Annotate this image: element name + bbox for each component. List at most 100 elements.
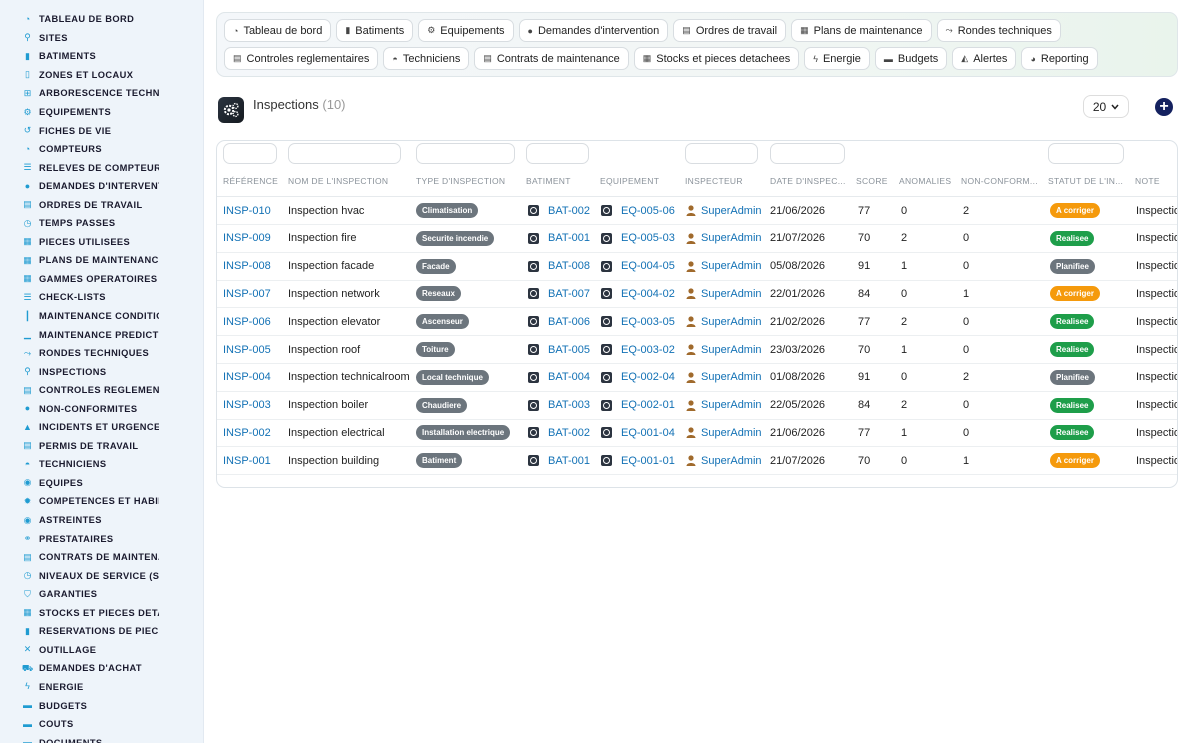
nav-button-alertes[interactable]: ◭ Alertes — [952, 47, 1017, 70]
sidebar-item-documents[interactable]: ▬ DOCUMENTS — [0, 733, 203, 743]
column-header-statut-de-l-in[interactable]: STATUT DE L'IN... — [1048, 176, 1128, 186]
inspector-link[interactable]: SuperAdmin — [686, 280, 762, 307]
batiment-link[interactable]: BAT-002 — [528, 419, 590, 446]
reference-link[interactable]: INSP-008 — [223, 253, 271, 280]
sidebar-item-tableau-de-bord[interactable]: ◔ TABLEAU DE BORD — [0, 10, 203, 29]
filter-inspecteur[interactable] — [685, 143, 758, 164]
sidebar-item-maintenance-predictive[interactable]: ▁ MAINTENANCE PREDICTIVE — [0, 325, 203, 344]
sidebar-item-releves-de-compteurs[interactable]: ☰ RELEVES DE COMPTEURS — [0, 158, 203, 177]
sidebar-item-demandes-d-achat[interactable]: ⛟ DEMANDES D'ACHAT — [0, 659, 203, 678]
batiment-link[interactable]: BAT-001 — [528, 225, 590, 252]
inspector-link[interactable]: SuperAdmin — [686, 447, 762, 474]
sidebar-item-incidents-et-urgences[interactable]: ▲ INCIDENTS ET URGENCES — [0, 418, 203, 437]
nav-button-contrats-de-maintenance[interactable]: ▤ Contrats de maintenance — [474, 47, 629, 70]
equipement-link[interactable]: EQ-001-01 — [601, 447, 675, 474]
sidebar-item-equipements[interactable]: ⚙ EQUIPEMENTS — [0, 103, 203, 122]
filter-statut[interactable] — [1048, 143, 1124, 164]
inspector-link[interactable]: SuperAdmin — [686, 308, 762, 335]
sidebar-item-inspections[interactable]: ⚲ INSPECTIONS — [0, 362, 203, 381]
reference-link[interactable]: INSP-004 — [223, 364, 271, 391]
reference-link[interactable]: INSP-010 — [223, 197, 271, 224]
sidebar-item-maintenance-conditionnelle[interactable]: ┃ MAINTENANCE CONDITIONNELLE — [0, 307, 203, 326]
column-header-note[interactable]: NOTE — [1135, 176, 1177, 186]
inspector-link[interactable]: SuperAdmin — [686, 392, 762, 419]
column-header-inspecteur[interactable]: INSPECTEUR — [685, 176, 765, 186]
nav-button-controles-reglementaires[interactable]: ▤ Controles reglementaires — [224, 47, 379, 70]
table-row[interactable]: INSP-008 Inspection facade Facade BAT-008 EQ… — [217, 253, 1177, 281]
equipement-link[interactable]: EQ-004-05 — [601, 253, 675, 280]
sidebar-item-zones-et-locaux[interactable]: ▯ ZONES ET LOCAUX — [0, 66, 203, 85]
column-header-non-conform[interactable]: NON-CONFORM... — [961, 176, 1041, 186]
nav-button-ordres-de-travail[interactable]: ▤ Ordres de travail — [673, 19, 787, 42]
sidebar-item-niveaux-de-service-sla[interactable]: ◷ NIVEAUX DE SERVICE (SLA) — [0, 566, 203, 585]
batiment-link[interactable]: BAT-004 — [528, 364, 590, 391]
inspector-link[interactable]: SuperAdmin — [686, 419, 762, 446]
equipement-link[interactable]: EQ-003-05 — [601, 308, 675, 335]
column-header-nom-de-l-inspection[interactable]: NOM DE L'INSPECTION — [288, 176, 408, 186]
table-row[interactable]: INSP-002 Inspection electrical Installatio… — [217, 419, 1177, 448]
table-row[interactable]: INSP-004 Inspection technicalroom Local te… — [217, 364, 1177, 392]
sidebar-item-permis-de-travail[interactable]: ▤ PERMIS DE TRAVAIL — [0, 437, 203, 456]
sidebar-item-pieces-utilisees[interactable]: ▦ PIECES UTILISEES — [0, 233, 203, 252]
table-row[interactable]: INSP-009 Inspection fire Securite incendie… — [217, 225, 1177, 253]
nav-button-stocks-et-pieces-detachees[interactable]: ▦ Stocks et pieces detachees — [633, 47, 800, 70]
sidebar-item-reservations-de-pieces[interactable]: ▮ RESERVATIONS DE PIECES — [0, 622, 203, 641]
column-header-anomalies[interactable]: ANOMALIES — [899, 176, 957, 186]
equipement-link[interactable]: EQ-005-06 — [601, 197, 675, 224]
table-row[interactable]: INSP-005 Inspection roof Toiture BAT-005 EQ-… — [217, 336, 1177, 364]
column-header-score[interactable]: SCORE — [856, 176, 896, 186]
sidebar-item-sites[interactable]: ⚲ SITES — [0, 29, 203, 48]
batiment-link[interactable]: BAT-005 — [528, 336, 590, 363]
batiment-link[interactable]: BAT-001 — [528, 447, 590, 474]
batiment-link[interactable]: BAT-006 — [528, 308, 590, 335]
sidebar-item-budgets[interactable]: ▬ BUDGETS — [0, 696, 203, 715]
sidebar-item-outillage[interactable]: ✕ OUTILLAGE — [0, 641, 203, 660]
sidebar-item-techniciens[interactable]: ◓ TECHNICIENS — [0, 455, 203, 474]
filter-name[interactable] — [288, 143, 401, 164]
batiment-link[interactable]: BAT-007 — [528, 280, 590, 307]
sidebar-item-prestataires[interactable]: ⚭ PRESTATAIRES — [0, 529, 203, 548]
column-header-date-d-inspec[interactable]: DATE D'INSPEC... — [770, 176, 848, 186]
nav-button-rondes-techniques[interactable]: ⤳ Rondes techniques — [936, 19, 1061, 42]
nav-button-tableau-de-bord[interactable]: ◔ Tableau de bord — [224, 19, 332, 42]
inspector-link[interactable]: SuperAdmin — [686, 336, 762, 363]
equipement-link[interactable]: EQ-001-04 — [601, 419, 675, 446]
equipement-link[interactable]: EQ-002-04 — [601, 364, 675, 391]
inspector-link[interactable]: SuperAdmin — [686, 197, 762, 224]
reference-link[interactable]: INSP-007 — [223, 280, 271, 307]
filter-reference[interactable] — [223, 143, 277, 164]
table-row[interactable]: INSP-001 Inspection building Batiment BAT-0… — [217, 447, 1177, 476]
sidebar-item-garanties[interactable]: ⛉ GARANTIES — [0, 585, 203, 604]
sidebar-item-couts[interactable]: ▬ COUTS — [0, 715, 203, 734]
sidebar-item-competences-et-habilitations[interactable]: ✹ COMPETENCES ET HABILITATIONS — [0, 492, 203, 511]
sidebar-item-stocks-et-pieces-detachees[interactable]: ▦ STOCKS ET PIECES DETACHEES — [0, 604, 203, 623]
equipement-link[interactable]: EQ-004-02 — [601, 280, 675, 307]
table-row[interactable]: INSP-003 Inspection boiler Chaudiere BAT-00… — [217, 392, 1177, 420]
sidebar-item-arborescence-technique[interactable]: ⊞ ARBORESCENCE TECHNIQUE — [0, 84, 203, 103]
column-header-equipement[interactable]: EQUIPEMENT — [600, 176, 680, 186]
batiment-link[interactable]: BAT-002 — [528, 197, 590, 224]
reference-link[interactable]: INSP-009 — [223, 225, 271, 252]
nav-button-techniciens[interactable]: ◓ Techniciens — [383, 47, 470, 70]
equipement-link[interactable]: EQ-003-02 — [601, 336, 675, 363]
nav-button-reporting[interactable]: ◕ Reporting — [1021, 47, 1098, 70]
sidebar-item-contrats-de-maintenance[interactable]: ▤ CONTRATS DE MAINTENANCE — [0, 548, 203, 567]
page-size-select[interactable]: 20 — [1083, 95, 1129, 118]
nav-button-batiments[interactable]: ▮ Batiments — [336, 19, 414, 42]
inspector-link[interactable]: SuperAdmin — [686, 253, 762, 280]
sidebar-item-ordres-de-travail[interactable]: ▤ ORDRES DE TRAVAIL — [0, 195, 203, 214]
column-header-batiment[interactable]: BATIMENT — [526, 176, 596, 186]
batiment-link[interactable]: BAT-003 — [528, 392, 590, 419]
sidebar-item-rondes-techniques[interactable]: ⤳ RONDES TECHNIQUES — [0, 344, 203, 363]
equipement-link[interactable]: EQ-002-01 — [601, 392, 675, 419]
batiment-link[interactable]: BAT-008 — [528, 253, 590, 280]
sidebar-item-temps-passes[interactable]: ◷ TEMPS PASSES — [0, 214, 203, 233]
inspector-link[interactable]: SuperAdmin — [686, 364, 762, 391]
reference-link[interactable]: INSP-006 — [223, 308, 271, 335]
column-header-type-d-inspection[interactable]: TYPE D'INSPECTION — [416, 176, 521, 186]
equipement-link[interactable]: EQ-005-03 — [601, 225, 675, 252]
nav-button-equipements[interactable]: ⚙ Equipements — [418, 19, 514, 42]
filter-date[interactable] — [770, 143, 845, 164]
inspector-link[interactable]: SuperAdmin — [686, 225, 762, 252]
sidebar-item-batiments[interactable]: ▮ BATIMENTS — [0, 47, 203, 66]
